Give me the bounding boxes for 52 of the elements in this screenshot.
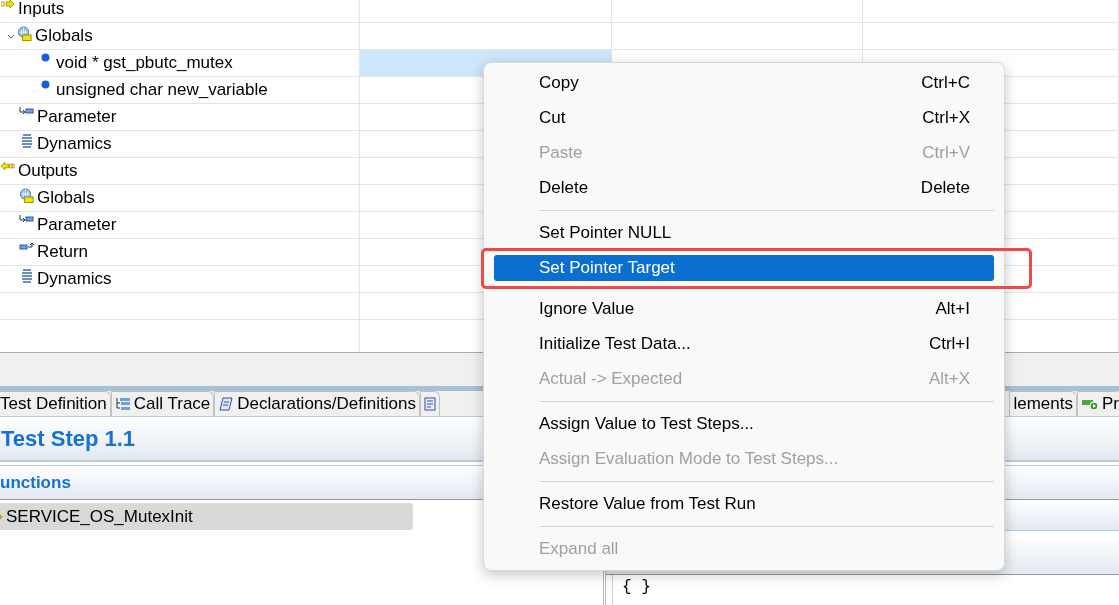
tree-item[interactable]: Globals <box>35 26 93 46</box>
tree-item[interactable]: Dynamics <box>37 134 112 154</box>
section-title: unctions <box>0 472 71 493</box>
shortcut-text: Ctrl+C <box>921 72 970 93</box>
menu-item[interactable]: Set Pointer Target <box>494 255 994 281</box>
menu-item[interactable]: Copy Ctrl+C <box>494 65 994 100</box>
tree-item[interactable]: Return <box>37 242 89 262</box>
tab[interactable]: Declarations/Definitions <box>214 391 420 416</box>
menu-item[interactable]: Set Pointer NULL <box>494 215 994 250</box>
globe-icon <box>17 26 32 42</box>
input-arrow-icon <box>0 0 15 9</box>
shortcut-text: Ctrl+V <box>922 142 970 163</box>
menu-item[interactable]: Assign Value to Test Steps... <box>494 406 994 441</box>
menu-item[interactable]: Cut Ctrl+X <box>494 100 994 135</box>
tree-item[interactable]: Inputs <box>18 0 65 19</box>
tree-item[interactable]: void * gst_pbutc_mutex <box>56 53 233 73</box>
script-icon <box>218 396 235 412</box>
dot-icon <box>41 53 50 62</box>
tab[interactable] <box>419 391 440 416</box>
test-step-title: Test Step 1.1 <box>1 425 136 452</box>
tab[interactable]: Call Trace <box>110 391 215 416</box>
menu-item[interactable]: Ignore Value Alt+I <box>494 291 994 326</box>
stack-icon <box>20 269 33 283</box>
shortcut-text: Ctrl+X <box>922 107 970 128</box>
tree-item[interactable]: Globals <box>37 188 95 208</box>
tree-item[interactable]: unsigned char new_variable <box>56 80 268 100</box>
tree-list-icon <box>114 397 131 411</box>
parameter-icon <box>19 215 34 223</box>
shortcut-text: Alt+X <box>928 368 970 389</box>
output-arrow-icon <box>0 161 15 171</box>
stack-icon <box>20 134 33 148</box>
run-icon <box>1081 397 1099 411</box>
shortcut-text: Delete <box>920 177 970 198</box>
document-icon <box>423 397 436 411</box>
return-icon <box>19 242 34 250</box>
tree-item[interactable]: Dynamics <box>37 269 112 289</box>
tree-item[interactable]: Outputs <box>18 161 78 181</box>
menu-item[interactable]: Initialize Test Data... Ctrl+I <box>494 326 994 361</box>
parameter-icon <box>19 107 34 115</box>
tab[interactable]: Pr <box>1077 391 1119 416</box>
menu-item[interactable]: Restore Value from Test Run <box>494 486 994 521</box>
tree-item[interactable]: Parameter <box>37 107 117 127</box>
globe-icon <box>19 188 34 204</box>
code-text: { } <box>622 578 651 596</box>
tab[interactable]: lements <box>1009 391 1077 416</box>
menu-item[interactable]: Delete Delete <box>494 170 994 205</box>
shortcut-text: Ctrl+I <box>928 333 970 354</box>
function-row[interactable]: SERVICE_OS_MutexInit <box>0 503 413 530</box>
tree-item[interactable]: Parameter <box>37 215 117 235</box>
dot-icon <box>41 80 50 89</box>
shortcut-text: Alt+I <box>935 298 970 319</box>
tab[interactable]: Test Definition <box>0 391 111 416</box>
